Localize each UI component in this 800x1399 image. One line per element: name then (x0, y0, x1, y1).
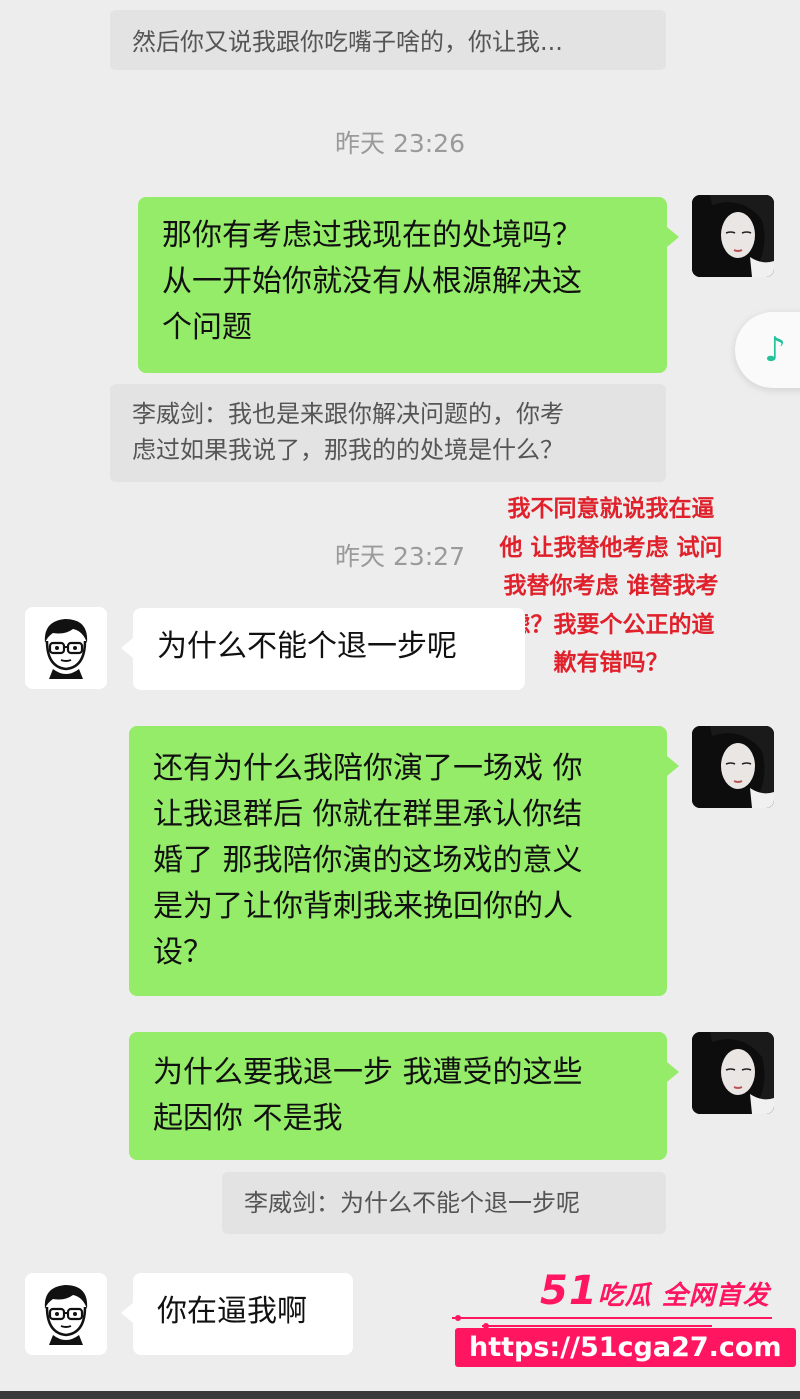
quote-text: 李威剑：为什么不能个退一步呢 (244, 1189, 580, 1217)
avatar-other[interactable] (25, 1273, 107, 1355)
message-line: 设？ (153, 935, 213, 970)
message-text: 你在逼我啊 (157, 1294, 307, 1329)
bottom-bar (0, 1391, 800, 1399)
watermark-logo: 51吃瓜 全网首发 (540, 1268, 770, 1314)
annotation-line: 我替你考虑 谁替我考 (503, 573, 719, 599)
message-line: 个问题 (162, 310, 252, 345)
watermark-logo-text: 吃瓜 全网首发 (597, 1281, 770, 1311)
quote-line: 李威剑：我也是来跟你解决问题的，你考 (132, 400, 564, 428)
cartoon-glasses-boy-avatar-icon (25, 607, 107, 689)
portrait-woman-avatar-icon (692, 1032, 774, 1114)
portrait-woman-avatar-icon (692, 726, 774, 808)
message-bubble-other[interactable]: 为什么不能个退一步呢 (121, 608, 525, 690)
quote-reply: 李威剑：我也是来跟你解决问题的，你考 虑过如果我说了，那我的的处境是什么？ (110, 384, 666, 482)
music-note-icon: ♪ (764, 330, 786, 370)
message-bubble-self[interactable]: 那你有考虑过我现在的处境吗？ 从一开始你就没有从根源解决这 个问题 (138, 197, 679, 373)
message-line: 让我退群后 你就在群里承认你结 (153, 797, 583, 832)
avatar-self[interactable] (692, 726, 774, 808)
timestamp: 昨天 23:26 (335, 129, 465, 158)
message-line: 婚了 那我陪你演的这场戏的意义 (153, 843, 583, 878)
avatar-self[interactable] (692, 195, 774, 277)
message-line: 起因你 不是我 (153, 1101, 343, 1136)
annotation-line: 我不同意就说我在逼 (507, 496, 715, 522)
message-line: 从一开始你就没有从根源解决这 (162, 264, 582, 299)
watermark-url: https://51cga27.com (455, 1328, 796, 1367)
message-bubble-other[interactable]: 你在逼我啊 (121, 1273, 353, 1355)
quote-reply: 李威剑：为什么不能个退一步呢 (222, 1172, 666, 1234)
timestamp: 昨天 23:27 (335, 542, 465, 571)
music-float-button[interactable]: ♪ (735, 312, 800, 388)
cartoon-glasses-boy-avatar-icon (25, 1273, 107, 1355)
annotation-line: 他 让我替他考虑 试问 (499, 534, 723, 561)
portrait-woman-avatar-icon (692, 195, 774, 277)
quote-line: 虑过如果我说了，那我的的处境是什么？ (132, 436, 564, 464)
message-line: 是为了让你背刺我来挽回你的人 (153, 889, 573, 924)
message-line: 为什么要我退一步 我遭受的这些 (153, 1055, 583, 1090)
message-text: 为什么不能个退一步呢 (157, 629, 457, 664)
avatar-other[interactable] (25, 607, 107, 689)
quote-top-text: 然后你又说我跟你吃嘴子啥的，你让我... (132, 28, 563, 56)
message-bubble-self[interactable]: 为什么要我退一步 我遭受的这些 起因你 不是我 (129, 1032, 679, 1160)
message-line: 还有为什么我陪你演了一场戏 你 (153, 751, 583, 786)
avatar-self[interactable] (692, 1032, 774, 1114)
message-line: 那你有考虑过我现在的处境吗？ (162, 218, 582, 253)
message-bubble-self[interactable]: 还有为什么我陪你演了一场戏 你 让我退群后 你就在群里承认你结 婚了 那我陪你演… (129, 726, 679, 996)
watermark-logo-number: 51 (540, 1268, 598, 1314)
quote-top: 然后你又说我跟你吃嘴子啥的，你让我... (110, 10, 666, 70)
